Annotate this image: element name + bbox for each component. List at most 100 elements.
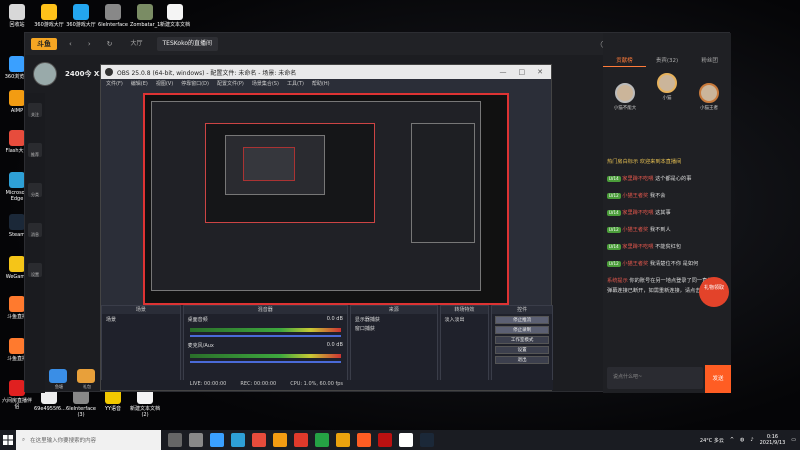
obs-menu-item[interactable]: 停靠窗口(D) (181, 80, 209, 88)
taskbar-app-icon[interactable] (231, 433, 245, 447)
clock[interactable]: 0:16 2021/9/13 (760, 434, 786, 446)
tab-room[interactable]: TESKoko的直播间 (156, 37, 219, 51)
forward-icon[interactable]: › (84, 40, 95, 48)
volume-icon[interactable]: ♪ (750, 437, 753, 443)
obs-menu-item[interactable]: 编辑(E) (131, 80, 148, 88)
taskbar-app-icon[interactable] (294, 433, 308, 447)
douyu-left-rail: 关注推荐分类消息设置 (25, 93, 45, 393)
chat-list[interactable]: 热门房白标示 欢迎来到本直播间 LV14 家里蹲不吃喂 这个都是心的事 LV12 小… (603, 153, 731, 363)
obs-menu-item[interactable]: 文件(F) (106, 80, 123, 88)
left-nav-item[interactable]: 设置 (28, 263, 42, 277)
obs-minimize-icon[interactable]: — (496, 68, 511, 76)
douyu-logo[interactable]: 斗鱼 (31, 38, 57, 50)
chat-username[interactable]: 家里蹲不吃喂 (622, 176, 653, 182)
chat-text: 我清楚位不你 是如何 (649, 261, 699, 267)
taskbar-app-icon[interactable] (189, 433, 203, 447)
tray-chevron-icon[interactable]: ^ (730, 437, 734, 443)
network-icon[interactable]: ◍ (740, 437, 744, 443)
chat-username[interactable]: 小猫王者奖 (622, 193, 648, 199)
tab-fans[interactable]: 粉丝团 (688, 55, 731, 67)
stop-stream-button[interactable]: 停止推流 (495, 316, 550, 324)
source-item[interactable]: 窗口捕获 (351, 325, 437, 332)
tab-contribution[interactable]: 贡献榜 (603, 55, 646, 67)
chat-text: 这个都是心的事 (655, 176, 692, 182)
app-icon (137, 4, 153, 20)
left-nav-item[interactable]: 关注 (28, 103, 42, 117)
obs-menu-item[interactable]: 配置文件(P) (217, 80, 244, 88)
transition-select[interactable]: 淡入淡出 (441, 314, 489, 325)
source-item[interactable]: 显示器捕获 (351, 314, 437, 325)
stop-record-button[interactable]: 停止录制 (495, 326, 550, 334)
desktop-icon[interactable]: 360游戏大厅 (66, 4, 96, 28)
rank-1[interactable]: 小猫 (647, 73, 687, 101)
mixer-mic-label: 麦克风/Aux (187, 343, 214, 349)
chat-input[interactable]: 说点什么吧~ (607, 367, 703, 389)
taskbar-app-icon[interactable] (252, 433, 266, 447)
mixer-desktop-meter (189, 328, 341, 332)
exit-button[interactable]: 退出 (495, 356, 550, 364)
nested-chat-panel (411, 123, 475, 243)
taskbar-search[interactable]: ⌕ 在这里输入你要搜索的内容 (16, 430, 161, 450)
desktop-icon[interactable]: 回收站 (2, 4, 32, 28)
rank-3[interactable]: 小猫王者 (689, 83, 729, 111)
refresh-icon[interactable]: ↻ (103, 40, 117, 48)
left-nav-item[interactable]: 消息 (28, 223, 42, 237)
level-badge: LV14 (607, 243, 621, 250)
app-icon (9, 172, 25, 188)
anchor-avatar[interactable] (33, 62, 57, 86)
notification-icon[interactable]: ▭ (791, 437, 796, 443)
obs-docks: 场景 场景 混音器 桌面音频 0.0 dB 麦克风/Aux 0.0 dB 来源 显示… (101, 305, 553, 390)
nested-capture-4 (243, 147, 295, 181)
mixer-mic-slider[interactable] (189, 361, 341, 363)
tab-vip[interactable]: 贵宾(32) (646, 55, 689, 67)
weather-status[interactable]: 24°C 多云 (700, 437, 724, 444)
giftpack-button[interactable]: 礼包 (77, 369, 97, 389)
desktop-icon[interactable]: 6lelnterface (98, 4, 128, 28)
chat-username[interactable]: 系统提示 (607, 278, 628, 284)
search-icon: ⌕ (22, 436, 26, 443)
send-button[interactable]: 发送 (705, 365, 731, 393)
rank-2[interactable]: 小猫不能大 (605, 83, 645, 111)
dock-scenes: 场景 场景 (101, 305, 181, 390)
taskbar-app-icon[interactable] (168, 433, 182, 447)
back-icon[interactable]: ‹ (65, 40, 76, 48)
chat-username[interactable]: 小猫王者奖 (622, 227, 648, 233)
taskbar-app-icon[interactable] (357, 433, 371, 447)
scene-item[interactable]: 场景 (102, 314, 180, 325)
taskbar-app-icon[interactable] (399, 433, 413, 447)
desktop-icon[interactable]: Zombatar_1 (130, 4, 160, 28)
app-icon (167, 4, 183, 20)
left-nav-item[interactable]: 分类 (28, 183, 42, 197)
rank-tabs: 贡献榜 贵宾(32) 粉丝团 (603, 55, 731, 67)
app-icon (9, 338, 25, 354)
desktop-icon[interactable]: 新建文本文档 (160, 4, 190, 28)
taskbar-app-icon[interactable] (315, 433, 329, 447)
windows-start-icon[interactable] (0, 430, 16, 450)
chat-username[interactable]: 家里蹲不吃喂 (622, 210, 653, 216)
rec-timer: REC: 00:00:00 (240, 381, 277, 387)
settings-button[interactable]: 设置 (495, 346, 550, 354)
mixer-desktop-slider[interactable] (189, 335, 341, 337)
chat-username[interactable]: 家里蹲不吃喂 (622, 244, 653, 250)
chat-text: 不能贫红包 (655, 244, 682, 250)
dock-transitions: 转场特效 淡入淡出 (439, 305, 490, 390)
taskbar-app-icon[interactable] (378, 433, 392, 447)
left-nav-item[interactable]: 推荐 (28, 143, 42, 157)
obs-preview[interactable] (143, 93, 509, 305)
obs-menu-item[interactable]: 场景集合(S) (252, 80, 279, 88)
obs-close-icon[interactable]: ✕ (533, 68, 547, 76)
taskbar-app-icon[interactable] (273, 433, 287, 447)
taskbar-app-icon[interactable] (420, 433, 434, 447)
gift-claim-button[interactable]: 礼物领取 (699, 277, 729, 307)
taskbar-app-icon[interactable] (336, 433, 350, 447)
tab-lobby[interactable]: 大厅 (125, 37, 149, 51)
taskbar-app-icon[interactable] (210, 433, 224, 447)
obs-menu-item[interactable]: 帮助(H) (312, 80, 330, 88)
obs-menu-item[interactable]: 工具(T) (287, 80, 304, 88)
chat-username[interactable]: 小猫王者奖 (622, 261, 648, 267)
desktop-icon[interactable]: 360游戏大厅 (34, 4, 64, 28)
obs-maximize-icon[interactable]: □ (515, 68, 530, 76)
studio-mode-button[interactable]: 工作室模式 (495, 336, 550, 344)
obs-menu-item[interactable]: 视图(V) (156, 80, 173, 88)
fishpond-button[interactable]: 鱼塘 (49, 369, 69, 389)
